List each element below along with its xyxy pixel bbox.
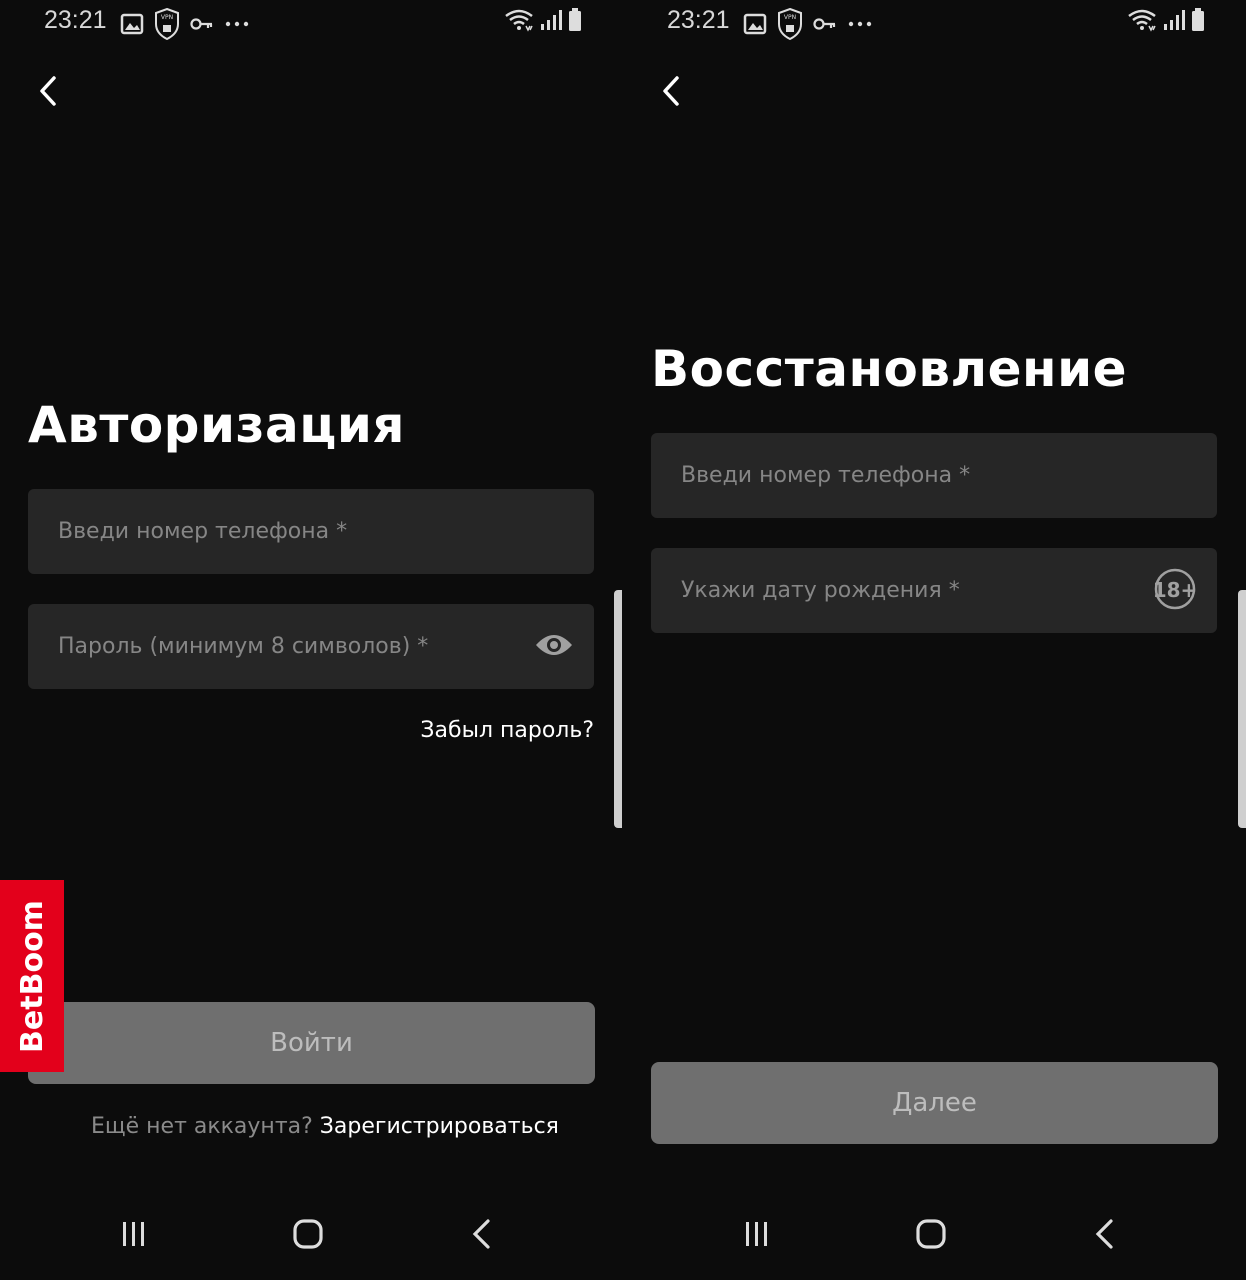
more-icon [224,20,250,28]
status-time: 23:21 [667,6,730,34]
register-row: Ещё нет аккаунта? Зарегистрироваться [91,1114,559,1139]
gallery-icon [743,13,767,35]
signal-icon [540,8,562,32]
home-button[interactable] [907,1210,955,1258]
back-button[interactable] [28,72,68,112]
key-icon [190,17,214,31]
phone-input[interactable] [56,518,500,545]
edge-panel-handle[interactable] [1238,590,1246,828]
battery-icon [568,8,582,32]
nav-back-icon [472,1219,490,1249]
no-account-text: Ещё нет аккаунта? [91,1114,313,1139]
battery-icon [1191,8,1205,32]
gallery-icon [120,13,144,35]
forgot-password-link[interactable]: Забыл пароль? [420,718,594,743]
birthdate-field[interactable]: 18+ [651,548,1217,633]
login-screen: 23:21 VPN Авторизация Введи номер телефо… [0,0,622,1280]
phone-field[interactable] [28,489,594,574]
password-field[interactable] [28,604,594,689]
signal-icon [1163,8,1185,32]
chevron-left-icon [663,76,679,106]
vpn-shield-icon: VPN [154,8,180,40]
home-icon [293,1219,323,1249]
nav-back-button[interactable] [1081,1210,1129,1258]
home-button[interactable] [284,1210,332,1258]
status-icons-right [504,8,582,32]
register-link[interactable]: Зарегистрироваться [320,1114,559,1139]
status-icons-right [1127,8,1205,32]
age-badge-text: 18+ [1153,578,1197,602]
status-time: 23:21 [44,6,107,34]
brand-logo-text: BetBoom [14,899,50,1053]
vpn-label: VPN [161,14,173,21]
status-icons-left: VPN [120,8,250,40]
recovery-screen: 23:21 VPN Восстановление Введи номер тел… [623,0,1246,1280]
login-button[interactable]: Войти [28,1002,595,1084]
birthdate-input[interactable] [679,577,1123,604]
vpn-shield-icon: VPN [777,8,803,40]
phone-input[interactable] [679,462,1123,489]
password-input[interactable] [56,633,500,660]
edge-panel-handle[interactable] [614,590,622,828]
wifi-icon [504,8,534,32]
eye-icon[interactable] [534,631,574,663]
system-navbar [623,1210,1246,1266]
nav-back-icon [1095,1219,1113,1249]
next-button[interactable]: Далее [651,1062,1218,1144]
nav-back-button[interactable] [458,1210,506,1258]
system-navbar [0,1210,622,1266]
betboom-brand-tab[interactable]: BetBoom [0,880,64,1072]
recent-apps-button[interactable] [733,1210,781,1258]
page-title: Авторизация [28,396,405,454]
phone-field[interactable] [651,433,1217,518]
chevron-left-icon [40,76,56,106]
recent-apps-icon [746,1222,767,1246]
recent-apps-icon [123,1222,144,1246]
vpn-label: VPN [784,14,796,21]
key-icon [813,17,837,31]
home-icon [916,1219,946,1249]
wifi-icon [1127,8,1157,32]
status-icons-left: VPN [743,8,873,40]
recent-apps-button[interactable] [110,1210,158,1258]
back-button[interactable] [651,72,691,112]
page-title: Восстановление [651,340,1128,398]
more-icon [847,20,873,28]
age-18-icon: 18+ [1153,567,1197,615]
